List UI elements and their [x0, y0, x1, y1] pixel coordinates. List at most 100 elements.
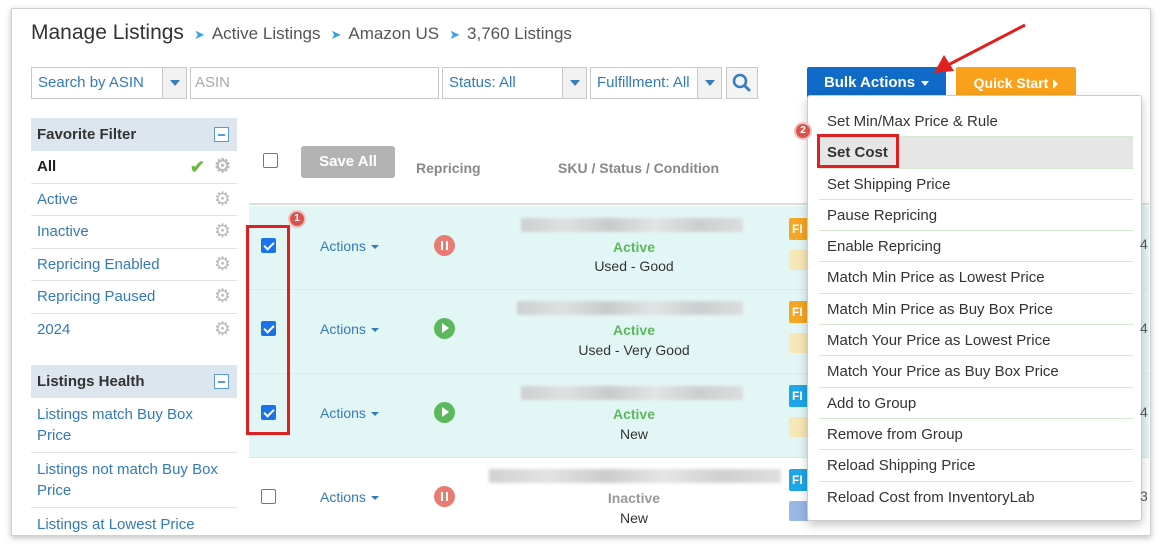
row-checkbox[interactable] [261, 489, 276, 504]
menu-item-reload-cost[interactable]: Reload Cost from InventoryLab [819, 482, 1133, 513]
breadcrumb-marketplace[interactable]: Amazon US [348, 24, 439, 44]
sku-blurred [489, 469, 781, 483]
listing-condition: New [619, 510, 648, 526]
search-by-select[interactable]: Search by ASIN [31, 67, 187, 99]
chevron-right-icon: ➤ [330, 27, 342, 42]
annotation-box-set-cost [817, 134, 899, 168]
caret-down-icon [370, 496, 379, 501]
menu-item-your-lowest[interactable]: Match Your Price as Lowest Price [819, 325, 1133, 357]
chevron-right-icon: ➤ [193, 27, 205, 42]
app-window: Manage Listings ➤ Active Listings ➤ Amaz… [11, 8, 1151, 536]
listing-status: Inactive [607, 490, 661, 506]
breadcrumb-listing-count: 3,760 Listings [467, 24, 572, 43]
chevron-down-icon [162, 68, 186, 98]
annotation-arrow-icon [934, 23, 1026, 73]
menu-item-remove-group[interactable]: Remove from Group [819, 419, 1133, 451]
select-all-checkbox[interactable] [263, 153, 278, 168]
row-actions-dropdown[interactable]: Actions [320, 321, 379, 337]
health-item-not-match-buy-box[interactable]: Listings not match Buy Box Price [31, 453, 237, 508]
gear-icon[interactable]: ⚙ [214, 190, 231, 209]
chat-icon [789, 501, 809, 521]
listing-status: Active [612, 406, 656, 422]
favorite-filter-header: Favorite Filter [31, 118, 237, 151]
fulfillment-badge: FI [789, 385, 809, 407]
collapse-icon[interactable] [214, 374, 229, 389]
listing-condition: Used - Good [594, 258, 674, 274]
caret-down-icon [370, 245, 379, 250]
status-value: Status: All [449, 74, 516, 91]
status-select[interactable]: Status: All [442, 67, 587, 99]
search-button[interactable] [726, 67, 758, 99]
play-icon[interactable] [434, 402, 455, 423]
chevron-down-icon [562, 68, 586, 98]
asin-placeholder: ASIN [195, 74, 231, 91]
breadcrumb-active-listings[interactable]: Active Listings [212, 24, 321, 44]
filter-label: 2024 [37, 320, 71, 338]
listing-condition: Used - Very Good [578, 342, 690, 358]
menu-item-min-lowest[interactable]: Match Min Price as Lowest Price [819, 262, 1133, 294]
sidebar: Favorite Filter All ✔ ⚙ Active ⚙ Inactiv… [31, 118, 237, 535]
sku-blurred [521, 218, 743, 232]
favorite-filter-title: Favorite Filter [37, 126, 137, 143]
asin-search-input[interactable]: ASIN [190, 67, 439, 99]
listings-health-header: Listings Health [31, 365, 237, 398]
cell-edge-digit: 4 [1140, 236, 1148, 252]
gear-icon[interactable]: ⚙ [214, 320, 231, 339]
annotation-box-checkboxes [246, 225, 290, 435]
fulfillment-select[interactable]: Fulfillment: All [590, 67, 722, 99]
pause-icon[interactable] [434, 235, 455, 256]
caret-right-icon [1053, 79, 1059, 90]
filter-label: Active [37, 190, 78, 208]
fulfillment-badge: FI [789, 469, 809, 491]
actions-label: Actions [320, 321, 366, 337]
menu-item-pause-repricing[interactable]: Pause Repricing [819, 200, 1133, 232]
health-item-match-buy-box[interactable]: Listings match Buy Box Price [31, 398, 237, 453]
filter-item-2024[interactable]: 2024 ⚙ [31, 314, 237, 347]
gear-icon[interactable]: ⚙ [214, 222, 231, 241]
menu-item-enable-repricing[interactable]: Enable Repricing [819, 231, 1133, 263]
filter-item-active[interactable]: Active ⚙ [31, 184, 237, 216]
gear-icon[interactable]: ⚙ [214, 255, 231, 274]
search-by-value: Search by ASIN [38, 74, 144, 91]
menu-item-set-shipping[interactable]: Set Shipping Price [819, 169, 1133, 200]
play-icon[interactable] [434, 318, 455, 339]
column-header-repricing: Repricing [416, 160, 481, 176]
actions-label: Actions [320, 405, 366, 421]
collapse-icon[interactable] [214, 127, 229, 142]
caret-down-icon [921, 80, 930, 86]
row-actions-dropdown[interactable]: Actions [320, 405, 379, 421]
cell-edge-digit: 4 [1140, 320, 1148, 336]
filter-item-repricing-paused[interactable]: Repricing Paused ⚙ [31, 281, 237, 314]
search-icon [732, 73, 751, 92]
annotation-step-2: 2 [794, 122, 812, 140]
gear-icon[interactable]: ⚙ [214, 157, 231, 176]
page-title: Manage Listings [31, 21, 184, 44]
sku-blurred [517, 301, 743, 315]
annotation-step-1: 1 [288, 210, 306, 228]
actions-label: Actions [320, 238, 366, 254]
row-actions-dropdown[interactable]: Actions [320, 489, 379, 505]
menu-item-reload-shipping[interactable]: Reload Shipping Price [819, 450, 1133, 482]
chevron-down-icon [697, 68, 721, 98]
filter-label: All [37, 158, 57, 175]
health-item-lowest-price[interactable]: Listings at Lowest Price [31, 508, 237, 535]
cart-icon [789, 250, 809, 270]
filter-item-all[interactable]: All ✔ ⚙ [31, 151, 237, 184]
gear-icon[interactable]: ⚙ [214, 287, 231, 306]
menu-item-your-buy-box[interactable]: Match Your Price as Buy Box Price [819, 356, 1133, 388]
listings-health-title: Listings Health [37, 373, 145, 390]
column-header-sku: SKU / Status / Condition [558, 160, 719, 176]
breadcrumb: Manage Listings ➤ Active Listings ➤ Amaz… [31, 21, 572, 45]
save-all-button[interactable]: Save All [301, 146, 395, 178]
pause-icon[interactable] [434, 486, 455, 507]
filter-item-inactive[interactable]: Inactive ⚙ [31, 216, 237, 249]
sku-blurred [521, 386, 743, 400]
checkmark-icon: ✔ [189, 157, 205, 177]
menu-item-min-buy-box[interactable]: Match Min Price as Buy Box Price [819, 294, 1133, 326]
filter-item-repricing-enabled[interactable]: Repricing Enabled ⚙ [31, 249, 237, 281]
menu-item-set-min-max[interactable]: Set Min/Max Price & Rule [819, 106, 1133, 138]
menu-item-add-group[interactable]: Add to Group [819, 388, 1133, 419]
chevron-right-icon: ➤ [449, 27, 461, 42]
fulfillment-badge: FI [789, 301, 809, 323]
row-actions-dropdown[interactable]: Actions [320, 238, 379, 254]
